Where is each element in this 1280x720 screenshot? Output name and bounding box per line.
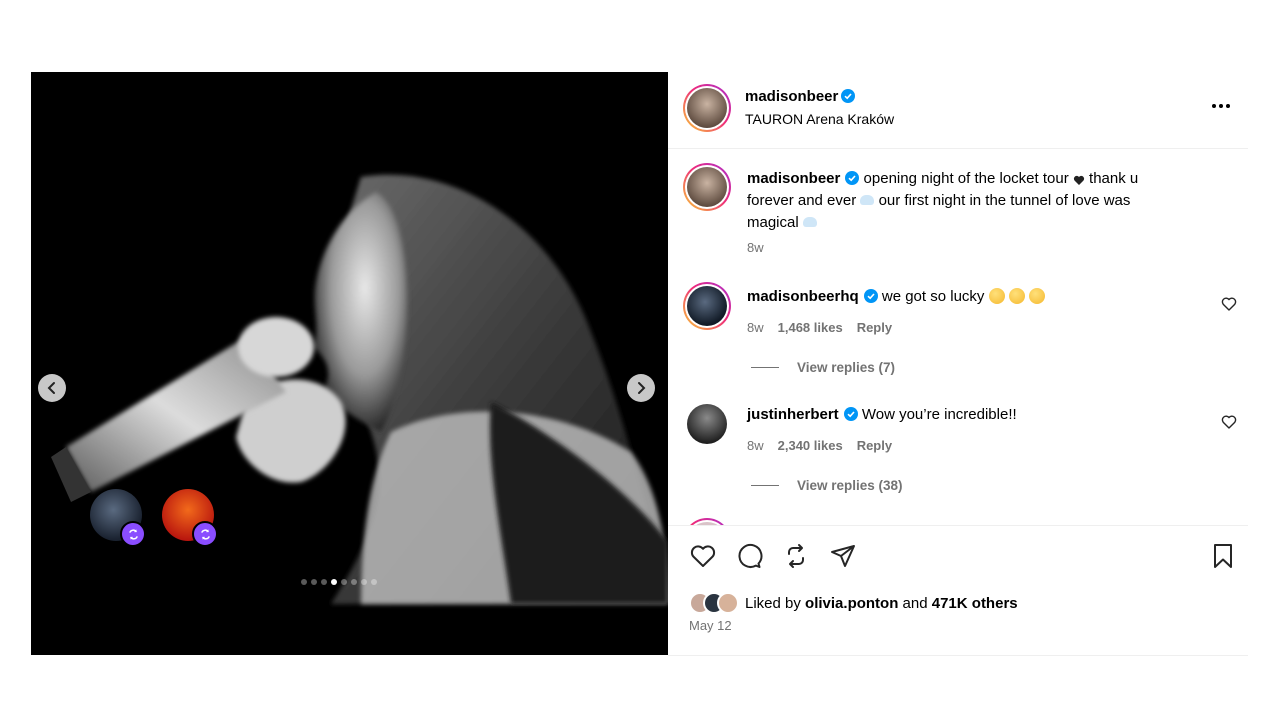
- more-icon: [1212, 104, 1216, 108]
- author-avatar[interactable]: [683, 84, 731, 132]
- post-photo: [31, 72, 668, 655]
- verified-badge-icon: [843, 407, 858, 421]
- repost-badge-icon: [192, 521, 218, 547]
- likes-count[interactable]: 471K others: [932, 595, 1018, 612]
- chevron-right-icon: [638, 382, 646, 394]
- swan-emoji-icon: [802, 217, 817, 227]
- comments-list[interactable]: madisonbeer opening night of the locket …: [668, 150, 1248, 525]
- commenter-avatar[interactable]: [683, 518, 731, 525]
- comment-text: justinherbert Wow you’re incredible!!: [747, 404, 1177, 426]
- comment-username[interactable]: justinherbert: [747, 406, 839, 423]
- verified-badge-icon: [863, 289, 878, 303]
- comment-body: we got so lucky: [881, 288, 985, 305]
- caption-meta: 8w: [747, 240, 764, 255]
- pleading-face-emoji-icon: [1008, 288, 1025, 304]
- carousel-dot: [351, 579, 357, 585]
- caption-text: madisonbeer opening night of the locket …: [747, 168, 1177, 234]
- comment-meta: 8w 2,340 likes Reply: [747, 438, 892, 453]
- carousel-dot: [321, 579, 327, 585]
- heart-icon[interactable]: [689, 542, 717, 570]
- author-username[interactable]: madisonbeer: [745, 88, 838, 105]
- more-options-button[interactable]: [1207, 96, 1235, 116]
- post-actions: Liked by olivia.ponton and 471K others M…: [668, 525, 1248, 655]
- carousel-dot: [331, 579, 337, 585]
- verified-badge-icon: [845, 171, 860, 185]
- post-media[interactable]: [31, 72, 668, 655]
- caption-avatar[interactable]: [683, 163, 731, 211]
- carousel-dot: [361, 579, 367, 585]
- post-details-panel: madisonbeer TAURON Arena Kraków madisonb…: [668, 72, 1248, 655]
- view-replies-label: View replies (7): [797, 360, 896, 375]
- carousel-dot: [311, 579, 317, 585]
- liker-username[interactable]: olivia.ponton: [805, 595, 898, 612]
- carousel-dot: [371, 579, 377, 585]
- view-replies-label: View replies (38): [797, 478, 903, 493]
- carousel-dot: [301, 579, 307, 585]
- comment-text: madisonbeerhq we got so lucky: [747, 286, 1177, 308]
- post-header: madisonbeer TAURON Arena Kraków: [668, 72, 1248, 149]
- verified-badge-icon: [841, 89, 856, 103]
- pleading-face-emoji-icon: [988, 288, 1005, 304]
- comment-meta: 8w 1,468 likes Reply: [747, 320, 892, 335]
- comment-age: 8w: [747, 320, 764, 335]
- repost-icon[interactable]: [782, 542, 810, 570]
- post-location[interactable]: TAURON Arena Kraków: [745, 111, 894, 127]
- view-replies-button[interactable]: View replies (7): [751, 360, 895, 375]
- comment-likes[interactable]: 1,468 likes: [778, 320, 843, 335]
- likes-summary[interactable]: Liked by olivia.ponton and 471K others: [689, 592, 1018, 614]
- comment-likes[interactable]: 2,340 likes: [778, 438, 843, 453]
- repost-badge-icon: [120, 521, 146, 547]
- comment-username[interactable]: madisonbeerhq: [747, 288, 859, 305]
- previous-image-button[interactable]: [38, 374, 66, 402]
- pleading-face-emoji-icon: [1028, 288, 1045, 304]
- bookmark-icon[interactable]: [1209, 542, 1237, 570]
- author-name-line: madisonbeer: [745, 88, 856, 105]
- reply-button[interactable]: Reply: [857, 438, 892, 453]
- reply-button[interactable]: Reply: [857, 320, 892, 335]
- post-date: May 12: [689, 618, 732, 633]
- like-comment-heart-icon[interactable]: [1221, 296, 1237, 312]
- heart-emoji-icon: [1073, 175, 1084, 185]
- likes-text: Liked by olivia.ponton and 471K others: [745, 594, 1018, 612]
- comment-icon[interactable]: [735, 542, 763, 570]
- carousel-indicator: [301, 579, 377, 585]
- next-image-button[interactable]: [627, 374, 655, 402]
- caption-age: 8w: [747, 240, 764, 255]
- caption-username[interactable]: madisonbeer: [747, 170, 840, 187]
- commenter-avatar[interactable]: [683, 282, 731, 330]
- caption-text-part: opening night of the locket tour: [863, 170, 1069, 187]
- carousel-dot: [341, 579, 347, 585]
- collaborator-avatar[interactable]: [162, 489, 218, 547]
- divider: [668, 655, 1248, 656]
- chevron-left-icon: [47, 382, 55, 394]
- share-icon[interactable]: [829, 542, 857, 570]
- swan-emoji-icon: [860, 195, 875, 205]
- like-comment-heart-icon[interactable]: [1221, 414, 1237, 430]
- comment-age: 8w: [747, 438, 764, 453]
- comment-body: Wow you’re incredible!!: [861, 406, 1017, 423]
- commenter-avatar[interactable]: [687, 404, 727, 444]
- liker-avatar: [717, 592, 739, 614]
- collaborator-avatar[interactable]: [90, 489, 146, 547]
- view-replies-button[interactable]: View replies (38): [751, 478, 903, 493]
